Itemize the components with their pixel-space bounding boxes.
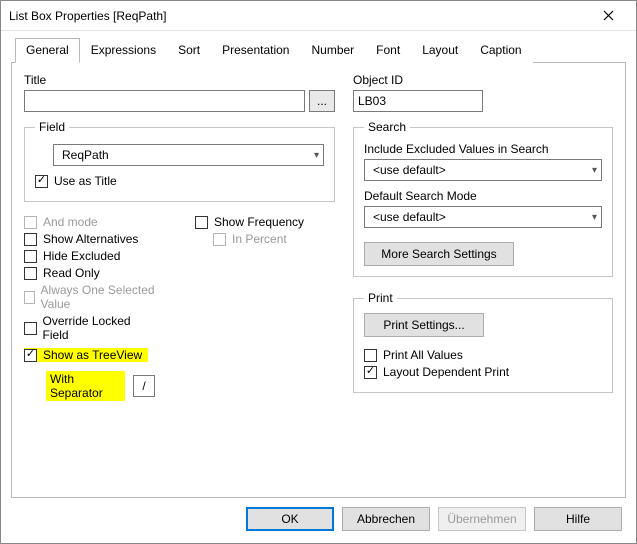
checkbox-icon [24, 349, 37, 362]
field-combo[interactable]: ReqPath ▾ [53, 144, 324, 166]
print-all-checkbox[interactable]: Print All Values [364, 348, 602, 362]
title-input[interactable] [24, 90, 305, 112]
tab-expressions[interactable]: Expressions [80, 38, 167, 63]
tab-sort[interactable]: Sort [167, 38, 211, 63]
checkbox-icon [364, 349, 377, 362]
print-legend: Print [364, 291, 397, 305]
tab-strip: GeneralExpressionsSortPresentationNumber… [11, 37, 626, 63]
checkbox-icon [213, 233, 226, 246]
object-id-label: Object ID [353, 73, 613, 87]
tab-font[interactable]: Font [365, 38, 411, 63]
include-excluded-combo[interactable]: <use default> ▾ [364, 159, 602, 181]
titlebar: List Box Properties [ReqPath] [1, 1, 636, 31]
dialog-window: List Box Properties [ReqPath] GeneralExp… [0, 0, 637, 544]
checkbox-icon [195, 216, 208, 229]
in-percent-checkbox: In Percent [213, 232, 335, 246]
cancel-button[interactable]: Abbrechen [342, 507, 430, 531]
print-all-label: Print All Values [383, 348, 463, 362]
search-mode-label: Default Search Mode [364, 189, 602, 203]
search-group: Search Include Excluded Values in Search… [353, 120, 613, 277]
chevron-down-icon: ▾ [314, 150, 319, 161]
override-locked-label: Override Locked Field [43, 314, 155, 342]
tab-general[interactable]: General [15, 38, 80, 63]
object-id-input[interactable] [353, 90, 483, 112]
always-one-checkbox: Always One Selected Value [24, 283, 155, 311]
search-mode-value: <use default> [373, 210, 446, 224]
checkbox-icon [35, 175, 48, 188]
chevron-down-icon: ▾ [592, 165, 597, 176]
tab-layout[interactable]: Layout [411, 38, 469, 63]
ellipsis-icon: ... [317, 94, 327, 108]
print-settings-button[interactable]: Print Settings... [364, 313, 484, 337]
include-excluded-label: Include Excluded Values in Search [364, 142, 602, 156]
override-locked-checkbox[interactable]: Override Locked Field [24, 314, 155, 342]
tab-number[interactable]: Number [300, 38, 365, 63]
checkbox-icon [24, 291, 35, 304]
show-treeview-label: Show as TreeView [43, 348, 142, 362]
left-column: Title ... Field ReqPath ▾ [24, 73, 335, 487]
title-browse-button[interactable]: ... [309, 90, 335, 112]
close-icon [603, 10, 614, 21]
tab-presentation[interactable]: Presentation [211, 38, 300, 63]
checkbox-icon [24, 216, 37, 229]
layout-dependent-checkbox[interactable]: Layout Dependent Print [364, 365, 602, 379]
apply-button: Übernehmen [438, 507, 526, 531]
checkbox-icon [24, 250, 37, 263]
include-excluded-value: <use default> [373, 163, 446, 177]
help-button[interactable]: Hilfe [534, 507, 622, 531]
in-percent-label: In Percent [232, 232, 287, 246]
and-mode-checkbox: And mode [24, 215, 155, 229]
always-one-label: Always One Selected Value [41, 283, 155, 311]
chevron-down-icon: ▾ [592, 212, 597, 223]
hide-excluded-label: Hide Excluded [43, 249, 120, 263]
field-legend: Field [35, 120, 69, 134]
checkbox-icon [24, 322, 37, 335]
layout-dependent-label: Layout Dependent Print [383, 365, 509, 379]
print-group: Print Print Settings... Print All Values… [353, 291, 613, 393]
read-only-checkbox[interactable]: Read Only [24, 266, 155, 280]
separator-label: With Separator [46, 371, 125, 401]
title-label: Title [24, 73, 335, 87]
dialog-button-row: OK Abbrechen Übernehmen Hilfe [1, 498, 636, 543]
show-alternatives-checkbox[interactable]: Show Alternatives [24, 232, 155, 246]
tab-panel-general: Title ... Field ReqPath ▾ [11, 63, 626, 498]
use-as-title-label: Use as Title [54, 174, 117, 188]
field-group: Field ReqPath ▾ Use as Title [24, 120, 335, 202]
checkbox-icon [24, 233, 37, 246]
tab-caption[interactable]: Caption [469, 38, 532, 63]
field-combo-value: ReqPath [62, 148, 109, 162]
search-legend: Search [364, 120, 410, 134]
separator-input[interactable] [133, 375, 155, 397]
window-title: List Box Properties [ReqPath] [9, 9, 588, 23]
show-frequency-checkbox[interactable]: Show Frequency [195, 215, 335, 229]
show-treeview-checkbox[interactable]: Show as TreeView [24, 348, 148, 362]
right-column: Object ID Search Include Excluded Values… [353, 73, 613, 487]
search-mode-combo[interactable]: <use default> ▾ [364, 206, 602, 228]
ok-button[interactable]: OK [246, 507, 334, 531]
use-as-title-checkbox[interactable]: Use as Title [35, 174, 324, 188]
read-only-label: Read Only [43, 266, 100, 280]
close-button[interactable] [588, 2, 628, 30]
show-frequency-label: Show Frequency [214, 215, 304, 229]
checkbox-icon [24, 267, 37, 280]
more-search-settings-button[interactable]: More Search Settings [364, 242, 514, 266]
hide-excluded-checkbox[interactable]: Hide Excluded [24, 249, 155, 263]
checkbox-icon [364, 366, 377, 379]
show-alternatives-label: Show Alternatives [43, 232, 138, 246]
and-mode-label: And mode [43, 215, 98, 229]
